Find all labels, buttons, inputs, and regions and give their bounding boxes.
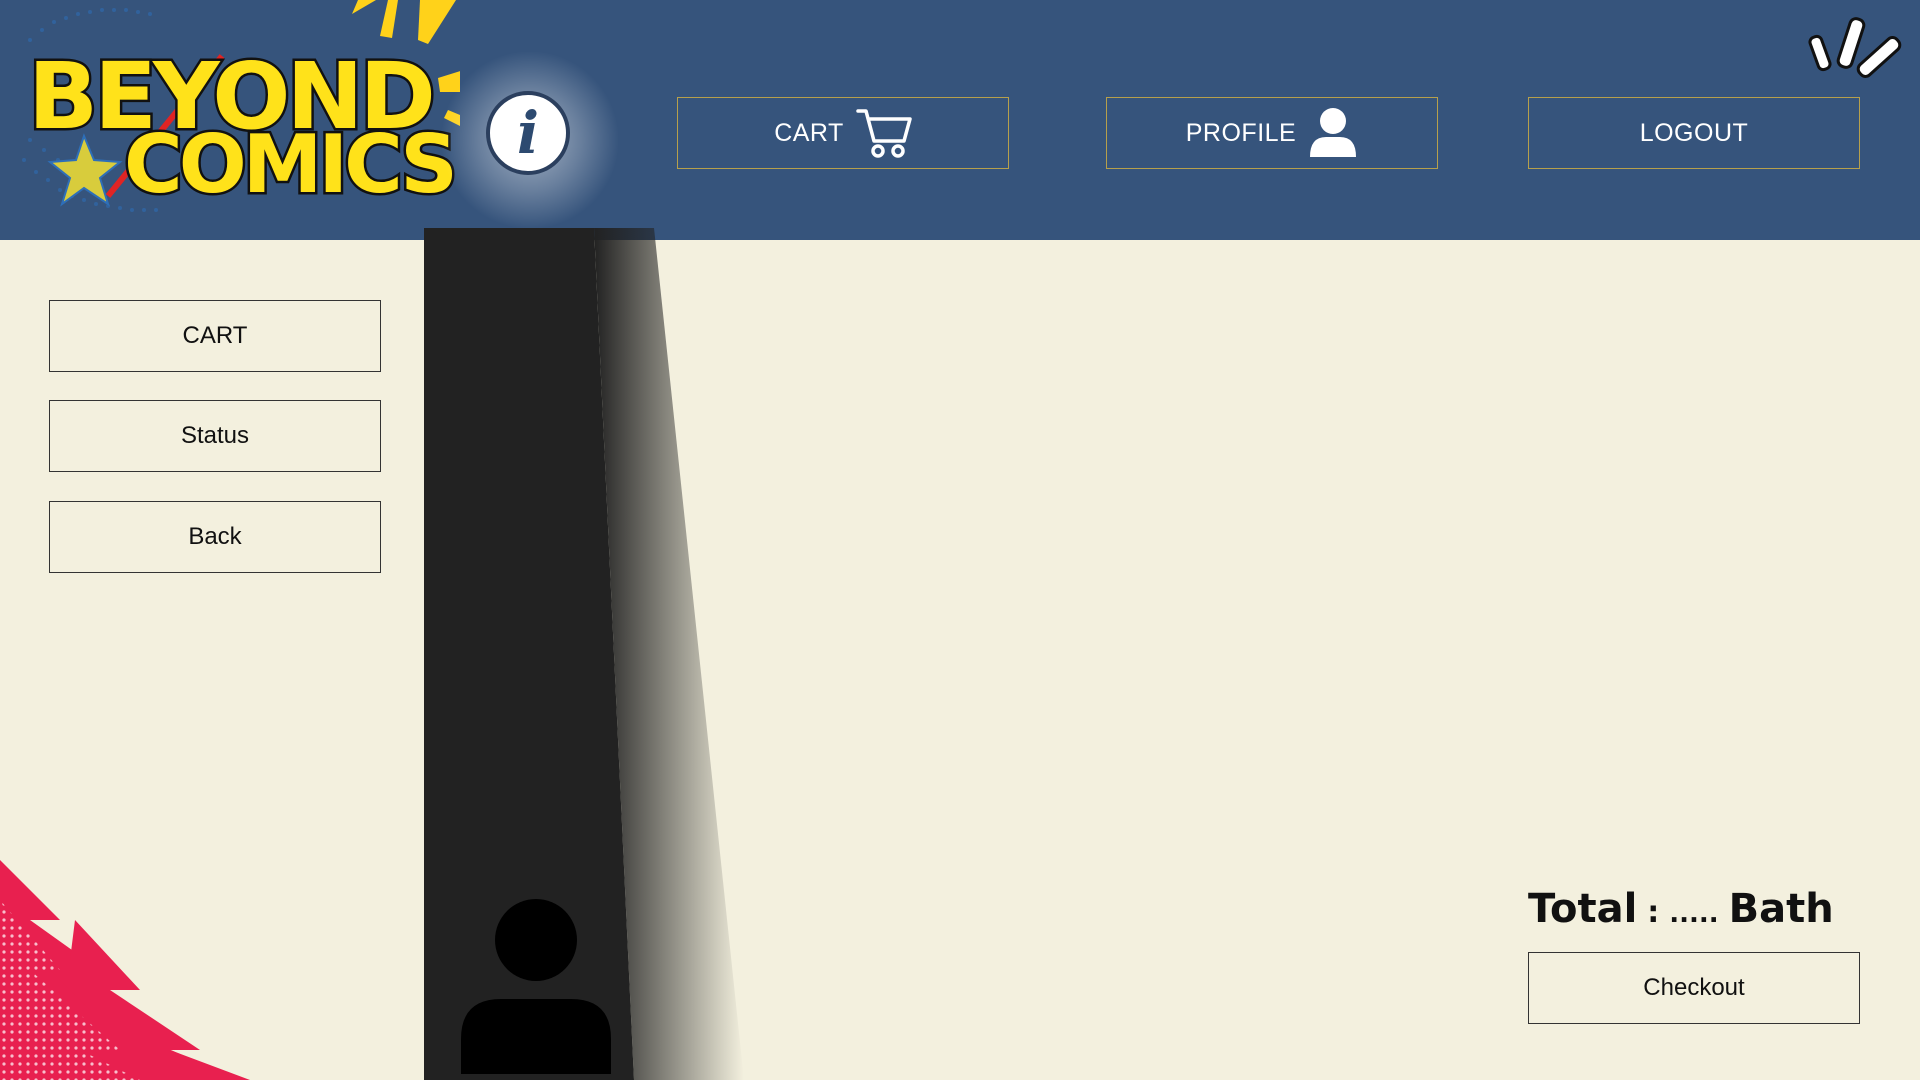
header-profile-label: PROFILE [1185,118,1297,147]
total-separator: : [1647,895,1660,930]
sidebar-cart-button[interactable]: CART [49,300,381,372]
logo-line2: COMICS [124,118,454,211]
top-header: BEYOND COMICS i CART PROFILE LOGOUT [0,0,1920,240]
decorative-strokes [1808,17,1902,78]
sidebar-back-button[interactable]: Back [49,501,381,573]
sidebar-status-label: Status [180,422,250,449]
header-logout-button[interactable]: LOGOUT [1528,97,1860,169]
total-currency: Bath [1728,886,1834,932]
comic-burst-decoration [0,860,250,1080]
cart-icon [856,109,912,158]
sidebar-status-button[interactable]: Status [49,400,381,472]
total-label: Total [1528,886,1638,932]
beyond-comics-logo[interactable]: BEYOND COMICS [0,0,460,240]
checkout-label: Checkout [1643,974,1745,1001]
header-profile-button[interactable]: PROFILE [1106,97,1438,169]
header-cart-label: CART [774,118,844,147]
user-icon [1310,108,1357,157]
order-total: Total : ..... Bath [1528,886,1834,932]
user-avatar-icon [461,899,611,1074]
header-cart-button[interactable]: CART [677,97,1009,169]
total-amount: ..... [1669,899,1719,929]
header-logout-label: LOGOUT [1639,118,1749,147]
checkout-button[interactable]: Checkout [1528,952,1860,1024]
sidebar-back-label: Back [188,523,242,550]
sidebar-cart-label: CART [182,322,248,349]
info-button[interactable]: i [486,91,570,175]
info-icon: i [516,99,540,167]
